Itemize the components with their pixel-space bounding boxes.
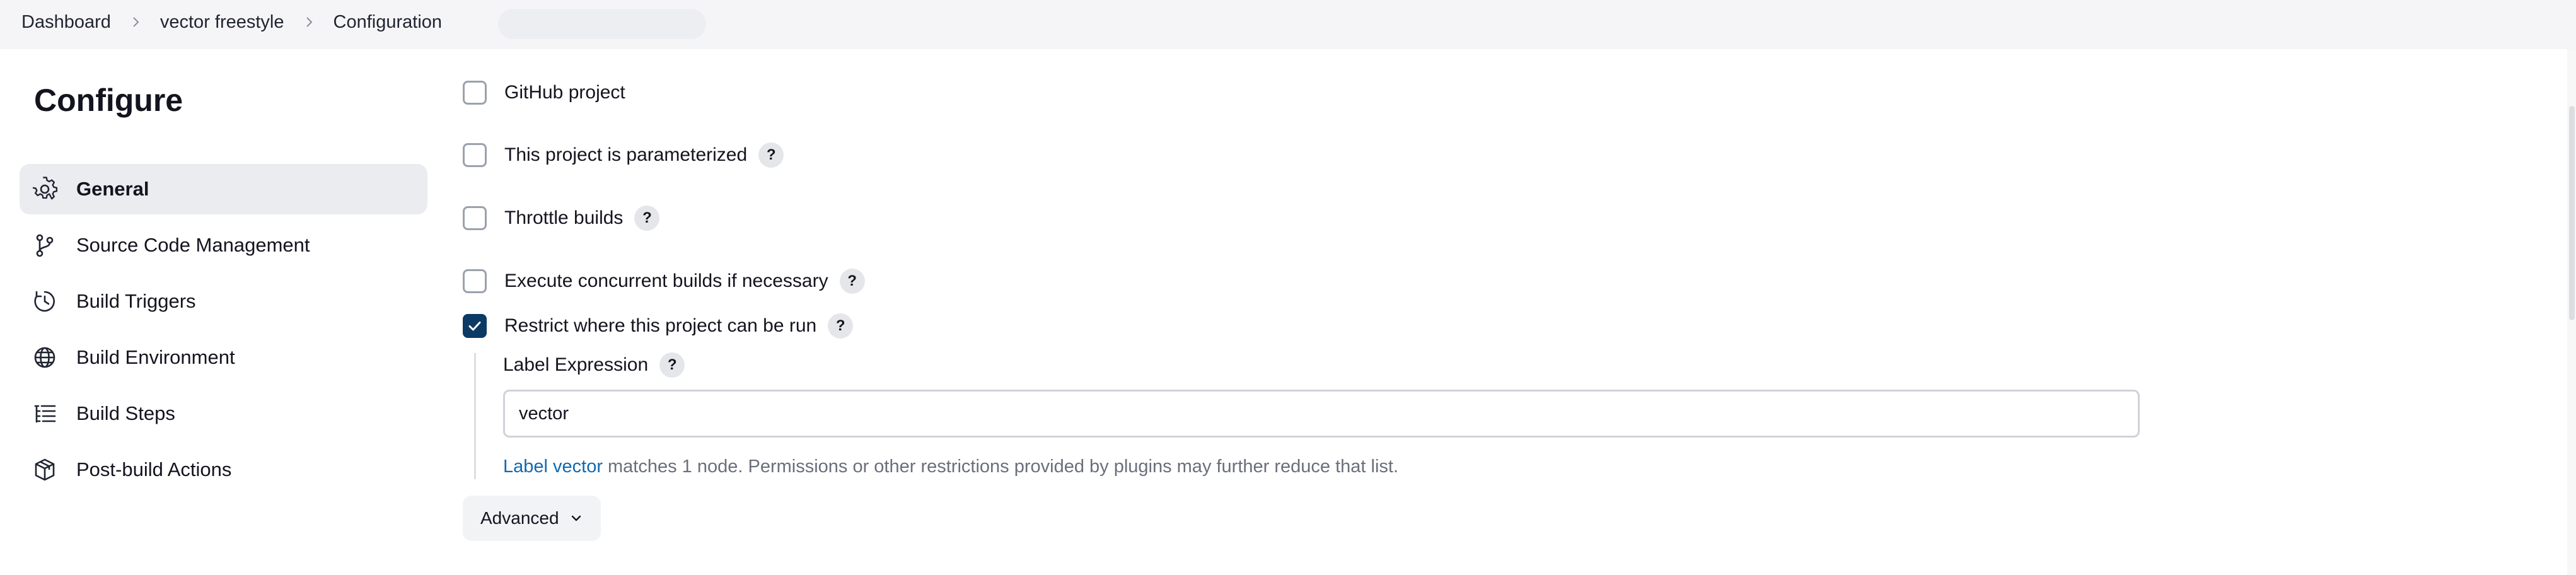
sidebar-item-label: Build Environment bbox=[76, 346, 235, 368]
help-icon[interactable]: ? bbox=[758, 142, 784, 168]
scrollbar-thumb[interactable] bbox=[2569, 106, 2575, 320]
branch-icon bbox=[32, 233, 57, 258]
chevron-down-icon bbox=[571, 515, 581, 521]
nested-section-rule bbox=[474, 353, 476, 479]
option-throttle-builds: Throttle builds ? bbox=[463, 204, 660, 233]
option-label[interactable]: GitHub project bbox=[504, 82, 625, 103]
sidebar-nav: General Source Code Management Build Tri… bbox=[20, 164, 427, 501]
sidebar-item-label: Build Steps bbox=[76, 402, 175, 424]
advanced-button[interactable]: Advanced bbox=[463, 496, 601, 541]
sidebar-item-source-code-management[interactable]: Source Code Management bbox=[20, 220, 427, 270]
option-label[interactable]: Throttle builds bbox=[504, 207, 623, 229]
help-icon[interactable]: ? bbox=[634, 206, 660, 231]
breadcrumb-configuration[interactable]: Configuration bbox=[334, 12, 443, 33]
hint-text: matches 1 node. Permissions or other res… bbox=[608, 456, 1399, 477]
concurrent-builds-checkbox[interactable] bbox=[463, 269, 487, 293]
chevron-right-icon bbox=[284, 16, 334, 28]
label-expression-label: Label Expression bbox=[503, 354, 649, 375]
globe-icon bbox=[32, 345, 57, 370]
label-expression-input[interactable] bbox=[503, 390, 2140, 438]
sidebar-item-build-environment[interactable]: Build Environment bbox=[20, 332, 427, 383]
chevron-right-icon bbox=[111, 16, 160, 28]
option-label[interactable]: This project is parameterized bbox=[504, 144, 747, 166]
sidebar-item-label: Source Code Management bbox=[76, 234, 310, 256]
github-project-checkbox[interactable] bbox=[463, 81, 487, 105]
option-github-project: GitHub project bbox=[463, 78, 625, 107]
option-concurrent-builds: Execute concurrent builds if necessary ? bbox=[463, 267, 865, 296]
sidebar-item-label: Build Triggers bbox=[76, 290, 196, 312]
breadcrumb-placeholder bbox=[498, 9, 706, 39]
advanced-label: Advanced bbox=[480, 508, 559, 528]
list-icon bbox=[32, 401, 57, 426]
restrict-where-run-checkbox[interactable] bbox=[463, 314, 487, 338]
label-expression-label-row: Label Expression ? bbox=[503, 351, 685, 380]
sidebar-item-build-triggers[interactable]: Build Triggers bbox=[20, 276, 427, 327]
option-restrict-where-run: Restrict where this project can be run ? bbox=[463, 311, 854, 340]
breadcrumb-bar: Dashboard vector freestyle Configuration bbox=[0, 0, 2576, 49]
breadcrumb-dashboard[interactable]: Dashboard bbox=[21, 12, 111, 33]
sidebar-item-post-build-actions[interactable]: Post-build Actions bbox=[20, 444, 427, 495]
page-scrollbar[interactable] bbox=[2567, 49, 2576, 575]
label-expression-hint: Label vector matches 1 node. Permissions… bbox=[503, 453, 1398, 480]
page-title: Configure bbox=[34, 83, 183, 118]
option-label[interactable]: Execute concurrent builds if necessary bbox=[504, 270, 828, 292]
breadcrumb-project[interactable]: vector freestyle bbox=[160, 12, 284, 33]
package-icon bbox=[32, 457, 57, 482]
sidebar-item-label: Post-build Actions bbox=[76, 458, 232, 480]
help-icon[interactable]: ? bbox=[839, 269, 865, 294]
checkmark-icon bbox=[468, 322, 481, 331]
clock-icon bbox=[32, 289, 57, 314]
sidebar-item-label: General bbox=[76, 178, 149, 200]
help-icon[interactable]: ? bbox=[828, 313, 854, 339]
option-parameterized: This project is parameterized ? bbox=[463, 141, 784, 170]
label-vector-link[interactable]: Label vector bbox=[503, 456, 603, 477]
throttle-builds-checkbox[interactable] bbox=[463, 206, 487, 230]
option-label[interactable]: Restrict where this project can be run bbox=[504, 315, 816, 337]
help-icon[interactable]: ? bbox=[659, 352, 685, 378]
sidebar-item-general[interactable]: General bbox=[20, 164, 427, 214]
parameterized-checkbox[interactable] bbox=[463, 143, 487, 167]
sidebar-item-build-steps[interactable]: Build Steps bbox=[20, 388, 427, 439]
gear-icon bbox=[32, 177, 57, 202]
breadcrumb: Dashboard vector freestyle Configuration bbox=[21, 0, 442, 44]
